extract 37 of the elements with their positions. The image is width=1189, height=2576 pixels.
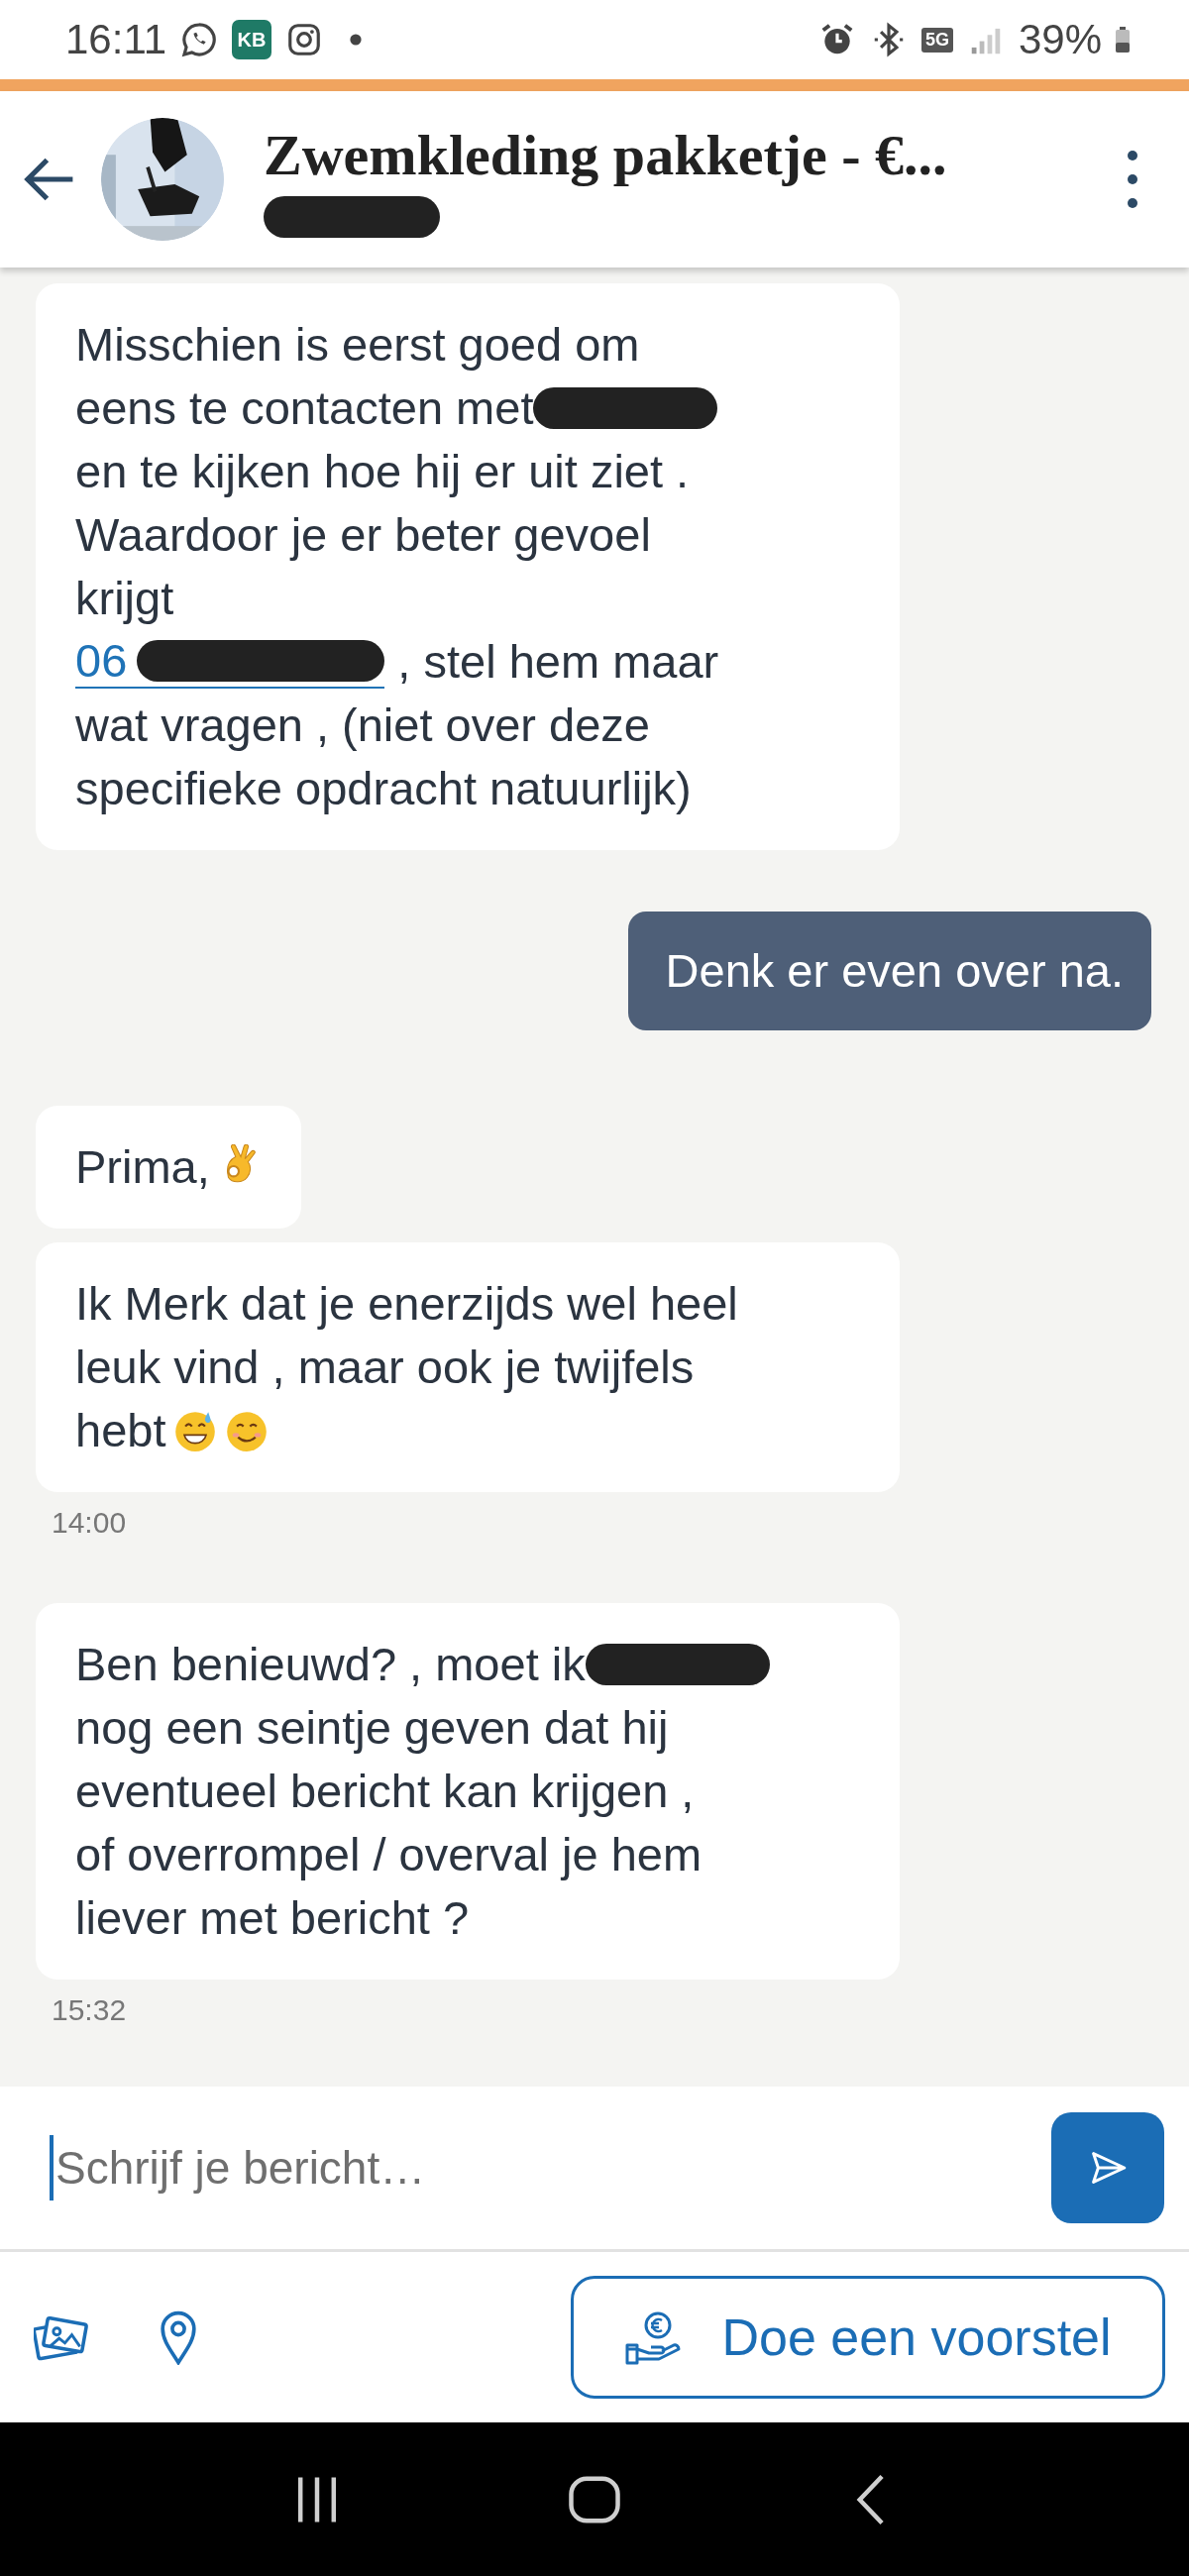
message-text: Ben benieuwd? , moet ik [75, 1637, 586, 1692]
message-time: 14:00 [52, 1506, 128, 1540]
chat-bubble-icon [180, 21, 218, 58]
network-badge: 5G [920, 27, 953, 53]
message-text: Denk er even over na. [665, 943, 1124, 999]
message-text: , stel hem maar [396, 634, 719, 690]
message-text: leuk vind , maar ook je twijfels [75, 1340, 695, 1395]
message-text: eventueel bericht kan krijgen , [75, 1764, 695, 1819]
message-composer[interactable]: Schrijf je bericht… [0, 2087, 1189, 2252]
battery-percent: 39% [1018, 16, 1102, 63]
more-options-icon[interactable] [1126, 150, 1139, 209]
message-text: liever met bericht ? [75, 1890, 470, 1946]
message-text: specifieke opdracht natuurlijk) [75, 761, 692, 816]
message-text: of overrompel / overval je hem [75, 1827, 703, 1882]
image-gallery-icon[interactable] [34, 2313, 89, 2361]
back-arrow-icon[interactable] [24, 156, 75, 203]
message-text: wat vragen , (niet over deze [75, 698, 650, 753]
dot-icon [349, 33, 363, 47]
message-text: Misschien is eerst goed om [75, 317, 640, 373]
message-text: nog een seintje geven dat hij [75, 1700, 669, 1756]
battery-icon [1116, 26, 1130, 54]
message-text: krijgt [75, 571, 174, 626]
app-badge-icon: KB [232, 20, 271, 59]
message-text: en te kijken hoe hij er uit ziet . [75, 444, 690, 499]
message-time: 15:32 [52, 1993, 128, 2027]
status-time: 16:11 [65, 16, 166, 63]
message-text: hebt [75, 1403, 166, 1458]
message-text: Prima, [75, 1139, 210, 1195]
message-text: Waardoor je er beter gevoel [75, 507, 651, 563]
message-text: eens te contacten met [75, 380, 534, 436]
location-pin-icon[interactable] [159, 2309, 198, 2365]
make-offer-button[interactable]: Doe een voorstel [571, 2276, 1165, 2399]
chat-title: Zwemkleding pakketje - €... [264, 121, 948, 188]
phone-link[interactable]: 06 [75, 635, 385, 689]
message-text: Ik Merk dat je enerzijds wel heel [75, 1276, 738, 1332]
camera-icon [285, 21, 323, 58]
send-button[interactable] [1051, 2112, 1164, 2223]
